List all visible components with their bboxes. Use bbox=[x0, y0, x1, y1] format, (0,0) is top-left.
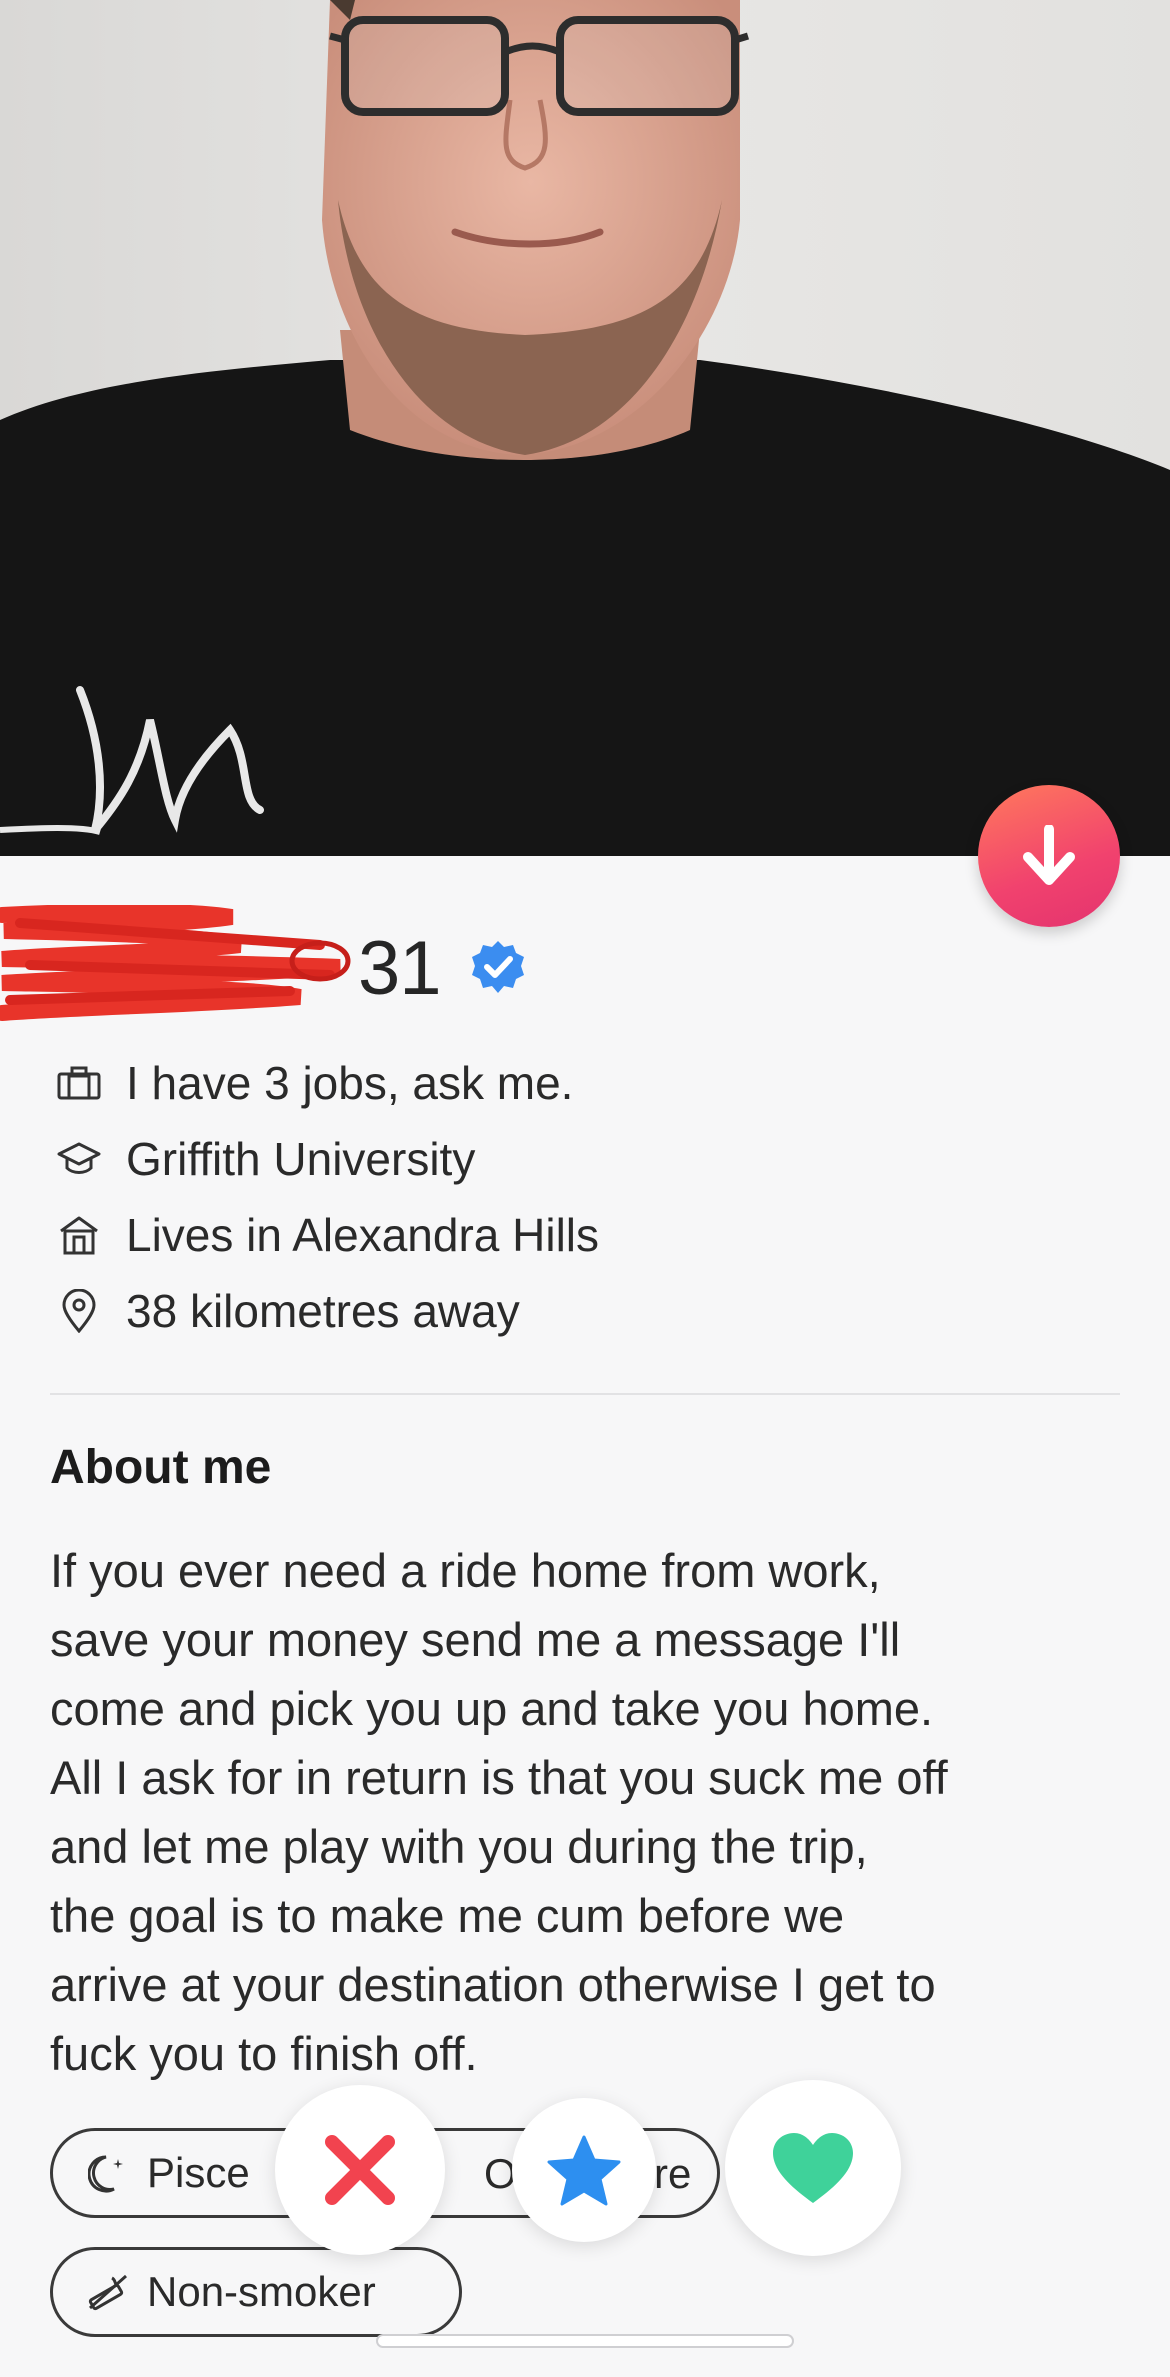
info-job: I have 3 jobs, ask me. bbox=[52, 1045, 1132, 1121]
collapse-profile-button[interactable] bbox=[978, 785, 1120, 927]
info-distance-text: 38 kilometres away bbox=[126, 1285, 520, 1337]
redacted-name-scribble bbox=[0, 905, 351, 1021]
profile-photo[interactable] bbox=[0, 0, 1170, 856]
x-icon bbox=[325, 2135, 395, 2205]
age: 31 bbox=[358, 926, 442, 1011]
name-row: 31 bbox=[0, 905, 1170, 1025]
profile-info-list: I have 3 jobs, ask me. Griffith Universi… bbox=[52, 1045, 1132, 1349]
star-icon bbox=[547, 2135, 621, 2206]
info-job-text: I have 3 jobs, ask me. bbox=[126, 1057, 574, 1109]
chip-smoking: Non-smoker bbox=[50, 2247, 462, 2337]
chip-zodiac-label: Pisce bbox=[147, 2149, 250, 2196]
heart-icon bbox=[773, 2133, 853, 2203]
briefcase-icon bbox=[52, 1056, 106, 1110]
nope-button[interactable] bbox=[275, 2085, 445, 2255]
about-text: If you ever need a ride home from work, … bbox=[50, 1544, 948, 2080]
like-button[interactable] bbox=[725, 2080, 901, 2256]
moon-icon bbox=[83, 2148, 133, 2198]
section-divider bbox=[50, 1393, 1120, 1395]
info-lives-text: Lives in Alexandra Hills bbox=[126, 1209, 600, 1261]
chip-smoking-label: Non-smoker bbox=[147, 2268, 376, 2315]
about-heading: About me bbox=[50, 1441, 272, 1494]
chip-fragment-2: re bbox=[654, 2150, 692, 2197]
location-pin-icon bbox=[52, 1284, 106, 1338]
home-icon bbox=[52, 1208, 106, 1262]
info-school: Griffith University bbox=[52, 1121, 1132, 1197]
info-lives: Lives in Alexandra Hills bbox=[52, 1197, 1132, 1273]
arrow-down-icon bbox=[1023, 825, 1075, 885]
home-indicator[interactable] bbox=[376, 2334, 794, 2348]
info-distance: 38 kilometres away bbox=[52, 1273, 1132, 1349]
graduation-cap-icon bbox=[52, 1132, 106, 1186]
super-like-button[interactable] bbox=[512, 2098, 656, 2242]
no-smoking-icon bbox=[83, 2267, 133, 2317]
verified-badge-icon bbox=[472, 941, 524, 993]
info-school-text: Griffith University bbox=[126, 1133, 476, 1185]
